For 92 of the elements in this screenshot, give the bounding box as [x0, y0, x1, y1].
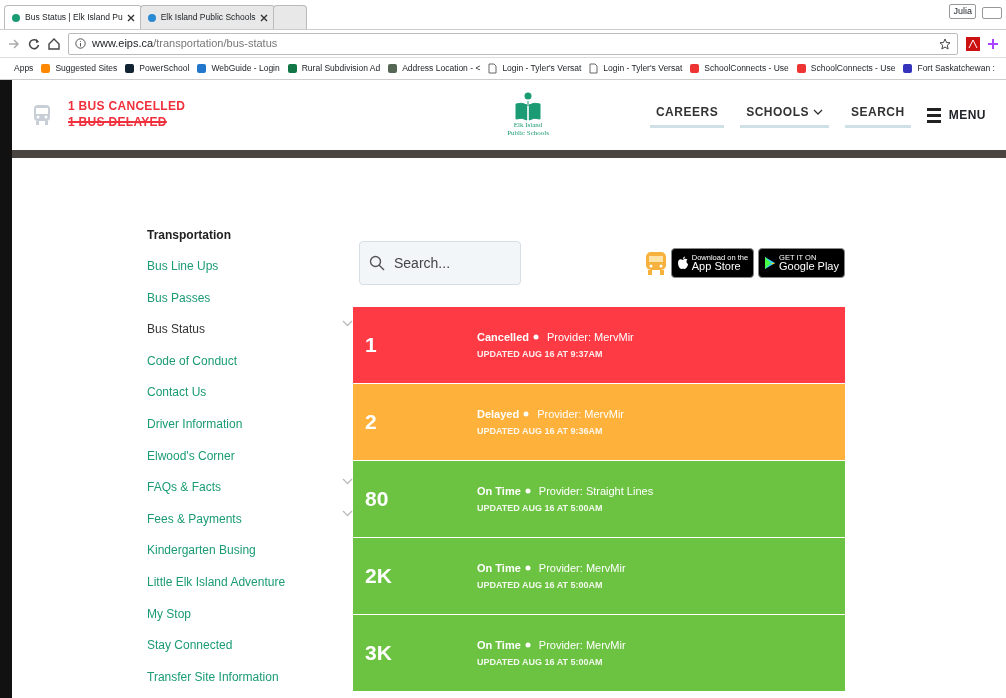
- nav-link[interactable]: SCHOOLS: [740, 102, 829, 128]
- bus-number: 2: [364, 409, 378, 436]
- favicon-icon: [795, 63, 807, 74]
- bookmark-link[interactable]: Login - Tyler's Versat: [588, 62, 683, 75]
- favicon-icon: [286, 63, 298, 74]
- bus-alert-text[interactable]: 1 BUS DELAYED: [68, 115, 186, 131]
- provider-text: Provider: Straight Lines: [538, 483, 654, 499]
- sidebar-link[interactable]: Bus Line Ups: [147, 257, 353, 289]
- dot-icon: [524, 641, 531, 648]
- play-icon: [764, 256, 777, 270]
- bookmark-link[interactable]: Rural Subdivision Ad: [286, 62, 381, 75]
- status-text: Delayed: [477, 406, 520, 422]
- bus-icon: [644, 250, 667, 276]
- dot-icon: [523, 410, 530, 417]
- favicon-icon: [689, 63, 701, 74]
- sidebar-link[interactable]: FAQs & Facts: [147, 478, 353, 510]
- home-icon[interactable]: [48, 37, 60, 50]
- status-text: Cancelled: [477, 329, 529, 345]
- search-icon: [369, 255, 385, 271]
- provider-text: Provider: MervMir: [538, 560, 626, 576]
- sidebar-link[interactable]: Kindergarten Busing: [147, 541, 353, 573]
- bookmark-link[interactable]: Login - Tyler's Versat: [487, 62, 582, 75]
- bookmark-link[interactable]: Apps: [14, 62, 34, 75]
- provider-text: Provider: MervMir: [537, 406, 624, 422]
- updated-time: UPDATED AUG 16 AT 9:36AM: [477, 425, 604, 438]
- menu-icon: [926, 107, 941, 123]
- provider-text: Provider: MervMir: [538, 637, 626, 653]
- bookmark-link[interactable]: Fort Saskatchewan :: [902, 62, 995, 75]
- bus-icon: [32, 104, 52, 126]
- bus-alert-text[interactable]: 1 BUS CANCELLED: [68, 99, 186, 115]
- status-text: On Time: [477, 483, 521, 499]
- close-icon[interactable]: [259, 13, 268, 22]
- browser-tab[interactable]: Bus Status | Elk Island Pu: [4, 5, 142, 29]
- dot-icon: [524, 564, 531, 571]
- favicon-icon: [40, 63, 52, 74]
- sidebar-link[interactable]: Elwood's Corner: [147, 446, 353, 479]
- bookmark-link[interactable]: WebGuide - Login: [196, 62, 280, 75]
- bus-number: 3K: [364, 640, 393, 667]
- bus-number: 1: [364, 332, 378, 359]
- document-icon: [588, 63, 600, 74]
- updated-time: UPDATED AUG 16 AT 5:00AM: [477, 502, 604, 515]
- sidebar-link[interactable]: Transfer Site Information: [147, 667, 353, 698]
- reload-icon[interactable]: [28, 37, 40, 50]
- sidebar-link[interactable]: My Stop: [147, 604, 353, 637]
- pdf-extension-icon[interactable]: [966, 36, 980, 51]
- status-text: On Time: [477, 560, 521, 576]
- bookmark-link[interactable]: Suggested Sites: [40, 62, 118, 75]
- favicon-icon: [124, 63, 136, 74]
- sidebar-link[interactable]: Bus Passes: [147, 288, 353, 321]
- nav-link[interactable]: SEARCH: [845, 102, 911, 128]
- sidebar-link[interactable]: Contact Us: [147, 383, 353, 415]
- document-icon: [487, 63, 499, 74]
- bookmark-link[interactable]: PowerSchool: [124, 62, 190, 75]
- favicon-icon: [902, 63, 914, 74]
- sidebar-title: Transportation: [147, 227, 232, 244]
- star-icon[interactable]: [939, 37, 951, 50]
- page-icon: [146, 12, 157, 23]
- sparkle-extension-icon[interactable]: [988, 36, 998, 51]
- url-text: www.eips.ca/transportation/bus-status: [92, 36, 279, 52]
- bookmark-link[interactable]: SchoolConnects - Use: [795, 62, 896, 75]
- dot-icon: [524, 487, 531, 494]
- sidebar-link[interactable]: Little Elk Island Adventure: [147, 572, 353, 605]
- updated-time: UPDATED AUG 16 AT 5:00AM: [477, 579, 604, 592]
- sidebar-link[interactable]: Fees & Payments: [147, 509, 353, 542]
- updated-time: UPDATED AUG 16 AT 5:00AM: [477, 656, 604, 669]
- page-icon: [11, 12, 21, 23]
- sidebar-link[interactable]: Driver Information: [147, 414, 353, 447]
- provider-text: Provider: MervMir: [546, 329, 634, 345]
- sidebar-link[interactable]: Code of Conduct: [147, 351, 353, 384]
- menu-button[interactable]: MENU: [926, 106, 986, 124]
- book-tree-drawing: [514, 92, 543, 123]
- favicon-icon: [196, 63, 208, 74]
- dot-icon: [532, 333, 539, 340]
- bookmark-link[interactable]: SchoolConnects - Use: [689, 62, 789, 75]
- profile-button[interactable]: Julia: [949, 3, 976, 19]
- sidebar-link[interactable]: Bus Status: [147, 320, 353, 352]
- bookmark-link[interactable]: Address Location - <: [387, 62, 481, 75]
- bus-number: 80: [364, 486, 390, 513]
- info-icon: [75, 38, 86, 49]
- address-bar[interactable]: www.eips.ca/transportation/bus-status: [68, 32, 958, 55]
- bus-number: 2K: [364, 563, 393, 590]
- browser-tab[interactable]: Elk Island Public Schools: [139, 5, 275, 29]
- bus-status-card[interactable]: 1 Cancelled Provider: MervMir UPDATED AUG 16 AT 9:37AM: [353, 307, 845, 383]
- status-text: On Time: [477, 637, 521, 653]
- favicon-icon: [387, 63, 399, 74]
- sidebar-link[interactable]: Stay Connected: [147, 636, 353, 668]
- search-field[interactable]: Search...: [359, 241, 521, 285]
- close-icon[interactable]: [126, 13, 135, 22]
- updated-time: UPDATED AUG 16 AT 9:37AM: [477, 348, 604, 361]
- minimize-button[interactable]: [982, 7, 1002, 19]
- nav-link[interactable]: CAREERS: [649, 102, 725, 128]
- apple-icon: [676, 256, 689, 270]
